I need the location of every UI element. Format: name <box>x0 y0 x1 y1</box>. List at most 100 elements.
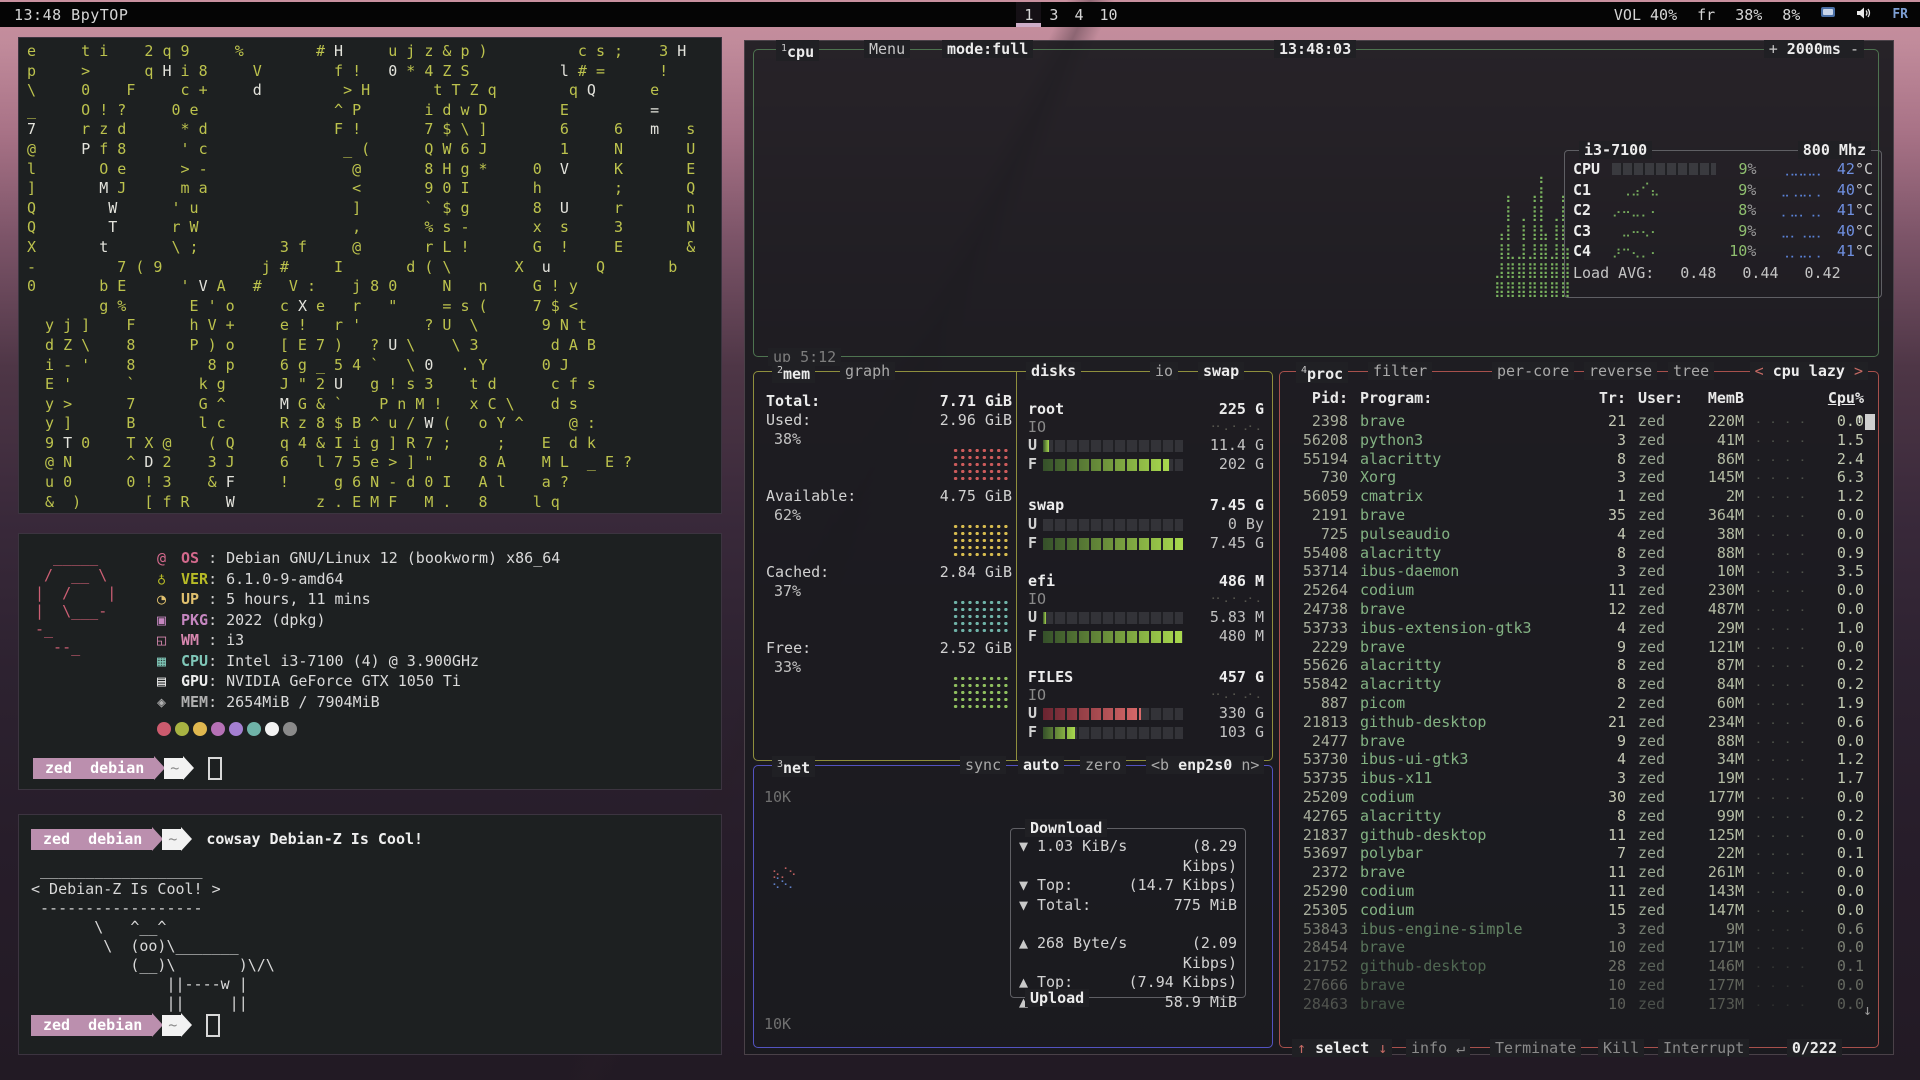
proc-cpu-percent: 0.0 <box>1820 525 1864 544</box>
info-label: CPU <box>181 652 208 670</box>
proc-row[interactable]: 55842alacritty8zed84M⠄ ⠄ ⠄ ⠄0.2 <box>1290 675 1864 694</box>
proc-program: ibus-engine-simple <box>1360 920 1594 939</box>
proc-row[interactable]: 28454brave10zed171M⠄ ⠄ ⠄ ⠄0.0 <box>1290 938 1864 957</box>
proc-row[interactable]: 2191brave35zed364M⠄ ⠄ ⠄ ⠄0.0 <box>1290 506 1864 525</box>
proc-cpu-graph: ⠄ ⠄ ⠄ ⠄ <box>1744 976 1820 995</box>
proc-row[interactable]: 2229brave9zed121M⠄ ⠄ ⠄ ⠄0.0 <box>1290 638 1864 657</box>
disk-meter-row: F202 G <box>1028 455 1264 474</box>
matrix-line: g % E ' o c X e r " = s ( 7 $ < <box>27 297 713 317</box>
disks-io-tab[interactable]: io <box>1150 362 1178 380</box>
cpu-icon: ▦ <box>157 651 181 672</box>
proc-row[interactable]: 55626alacritty8zed87M⠄ ⠄ ⠄ ⠄0.2 <box>1290 656 1864 675</box>
proc-pid: 53733 <box>1290 619 1348 638</box>
workspace-button-4[interactable]: 4 <box>1066 2 1091 27</box>
mem-box-title[interactable]: 2mem <box>772 362 815 383</box>
proc-box-title[interactable]: 4proc <box>1296 362 1348 383</box>
proc-cpu-percent: 0.9 <box>1820 544 1864 563</box>
proc-row[interactable]: 25305codium15zed147M⠄ ⠄ ⠄ ⠄0.0 <box>1290 901 1864 920</box>
speaker-icon[interactable] <box>1856 6 1872 24</box>
proc-percore-tab[interactable]: per-core <box>1492 362 1574 380</box>
proc-row[interactable]: 2398brave21zed220M⠄ ⠄ ⠄ ⠄0.0 <box>1290 412 1864 431</box>
bpytop-window[interactable]: 1cpu Menu mode:full 13:48:03 + 2000ms - … <box>744 40 1894 1055</box>
proc-row[interactable]: 55194alacritty8zed86M⠄ ⠄ ⠄ ⠄2.4 <box>1290 450 1864 469</box>
proc-row[interactable]: 27666brave10zed177M⠄ ⠄ ⠄ ⠄0.0 <box>1290 976 1864 995</box>
terminal-cursor[interactable] <box>206 1014 220 1037</box>
wm-icon: ◱ <box>157 630 181 651</box>
proc-row[interactable]: 53733ibus-extension-gtk34zed29M⠄ ⠄ ⠄ ⠄1.… <box>1290 619 1864 638</box>
net-interface-selector[interactable]: <b enp2s0 n> <box>1146 756 1264 774</box>
language-indicator[interactable]: FR <box>1892 7 1908 22</box>
workspace-button-3[interactable]: 3 <box>1041 2 1066 27</box>
proc-terminate-button[interactable]: Terminate <box>1490 1039 1581 1057</box>
desktop: 13:48 BpyTOP 13410 VOL 40% fr 38% 8% FR … <box>0 0 1920 1080</box>
proc-row[interactable]: 21813github-desktop21zed234M⠄ ⠄ ⠄ ⠄0.6 <box>1290 713 1864 732</box>
cowsay-terminal[interactable]: zeddebian ~ cowsay Debian-Z Is Cool! ___… <box>18 814 722 1055</box>
proc-row[interactable]: 42765alacritty8zed99M⠄ ⠄ ⠄ ⠄0.2 <box>1290 807 1864 826</box>
core-temp: 41°C <box>1825 201 1873 219</box>
proc-row[interactable]: 21752github-desktop28zed146M⠄ ⠄ ⠄ ⠄0.1 <box>1290 957 1864 976</box>
mem-graph-tab[interactable]: graph <box>840 362 895 380</box>
proc-row[interactable]: 21837github-desktop11zed125M⠄ ⠄ ⠄ ⠄0.0 <box>1290 826 1864 845</box>
proc-row[interactable]: 25209codium30zed177M⠄ ⠄ ⠄ ⠄0.0 <box>1290 788 1864 807</box>
proc-row[interactable]: 55408alacritty8zed88M⠄ ⠄ ⠄ ⠄0.9 <box>1290 544 1864 563</box>
proc-threads: 21 <box>1594 713 1626 732</box>
core-percent: 9% <box>1716 181 1757 199</box>
proc-scrollbar-thumb[interactable] <box>1865 414 1875 430</box>
display-icon[interactable] <box>1820 6 1836 24</box>
proc-kill-button[interactable]: Kill <box>1598 1039 1644 1057</box>
package-icon: ▣ <box>157 610 181 631</box>
proc-row[interactable]: 53697polybar7zed22M⠄ ⠄ ⠄ ⠄0.1 <box>1290 844 1864 863</box>
proc-row[interactable]: 56059cmatrix1zed2M⠄ ⠄ ⠄ ⠄1.2 <box>1290 487 1864 506</box>
scroll-down-arrow[interactable]: ↓ <box>1863 1001 1872 1019</box>
matrix-line: X t \ ; 3 f @ r L ! G ! E & P s <box>27 238 713 258</box>
disk-io-label: IO <box>1028 591 1046 608</box>
proc-pid: 55626 <box>1290 656 1348 675</box>
proc-row[interactable]: 725pulseaudio4zed38M⠄ ⠄ ⠄ ⠄0.0 <box>1290 525 1864 544</box>
menu-button[interactable]: Menu <box>864 40 910 58</box>
proc-row[interactable]: 53843ibus-engine-simple3zed9M⠄ ⠄ ⠄ ⠄0.6 <box>1290 920 1864 939</box>
workspace-button-1[interactable]: 1 <box>1016 2 1041 27</box>
proc-row[interactable]: 887picom2zed60M⠄ ⠄ ⠄ ⠄1.9 <box>1290 694 1864 713</box>
proc-cpu-graph: ⠄ ⠄ ⠄ ⠄ <box>1744 713 1820 732</box>
refresh-interval-control[interactable]: + 2000ms - <box>1764 40 1864 58</box>
disk-io-label: IO <box>1028 419 1046 436</box>
terminal-cursor[interactable] <box>208 757 222 780</box>
proc-row[interactable]: 28463brave10zed173M⠄ ⠄ ⠄ ⠄0.0 <box>1290 995 1864 1014</box>
cmatrix-terminal[interactable]: e t i 2 q 9 % # H u j z & p ) c s ; 3 H … <box>18 37 722 514</box>
net-zero-tab[interactable]: zero <box>1080 756 1126 774</box>
proc-pid: 25290 <box>1290 882 1348 901</box>
proc-row[interactable]: 25264codium11zed230M⠄ ⠄ ⠄ ⠄0.0 <box>1290 581 1864 600</box>
net-auto-tab[interactable]: auto <box>1018 756 1064 774</box>
net-sync-tab[interactable]: sync <box>960 756 1006 774</box>
proc-row[interactable]: 53714ibus-daemon3zed10M⠄ ⠄ ⠄ ⠄3.5 <box>1290 562 1864 581</box>
proc-cpu-graph: ⠄ ⠄ ⠄ ⠄ <box>1744 750 1820 769</box>
proc-row[interactable]: 53730ibus-ui-gtk34zed34M⠄ ⠄ ⠄ ⠄1.2 <box>1290 750 1864 769</box>
proc-row[interactable]: 56208python33zed41M⠄ ⠄ ⠄ ⠄1.5 <box>1290 431 1864 450</box>
mem-stat: Used:2.96 GiB38% <box>766 411 1012 487</box>
proc-select-control[interactable]: ↑ select ↓ <box>1292 1039 1392 1057</box>
proc-info-button[interactable]: info ↵ <box>1406 1039 1470 1057</box>
cpu-box-title[interactable]: 1cpu <box>776 40 819 61</box>
proc-reverse-tab[interactable]: reverse <box>1584 362 1657 380</box>
proc-sort-selector[interactable]: < cpu lazy > <box>1750 362 1868 380</box>
proc-threads: 4 <box>1594 525 1626 544</box>
proc-pid: 53714 <box>1290 562 1348 581</box>
fetch-terminal[interactable]: _____ / __ \ | / | | \___- -_ --_ @OS : … <box>18 533 722 790</box>
proc-pid: 2398 <box>1290 412 1348 431</box>
cpu-core-row: C2⡠⠤⣀⡀⠄8%⡀⣀⡀⢀⡀41°C <box>1565 200 1881 221</box>
mode-toggle[interactable]: mode:full <box>942 40 1033 58</box>
proc-row[interactable]: 53735ibus-x113zed19M⠄ ⠄ ⠄ ⠄1.7 <box>1290 769 1864 788</box>
proc-row[interactable]: 25290codium11zed143M⠄ ⠄ ⠄ ⠄0.0 <box>1290 882 1864 901</box>
disk-io-label: IO <box>1028 687 1046 704</box>
net-box-title[interactable]: 3net <box>772 756 815 777</box>
proc-memory: 364M <box>1690 506 1744 525</box>
proc-row[interactable]: 730Xorg3zed145M⠄ ⠄ ⠄ ⠄6.3 <box>1290 468 1864 487</box>
proc-row[interactable]: 2372brave11zed261M⠄ ⠄ ⠄ ⠄0.0 <box>1290 863 1864 882</box>
proc-filter-tab[interactable]: filter <box>1368 362 1432 380</box>
proc-row[interactable]: 2477brave9zed88M⠄ ⠄ ⠄ ⠄0.0 <box>1290 732 1864 751</box>
proc-interrupt-button[interactable]: Interrupt <box>1658 1039 1749 1057</box>
workspace-button-10[interactable]: 10 <box>1091 2 1125 27</box>
proc-row[interactable]: 24738brave12zed487M⠄ ⠄ ⠄ ⠄0.0 <box>1290 600 1864 619</box>
disks-swap-tab[interactable]: swap <box>1198 362 1244 380</box>
proc-tree-tab[interactable]: tree <box>1668 362 1714 380</box>
